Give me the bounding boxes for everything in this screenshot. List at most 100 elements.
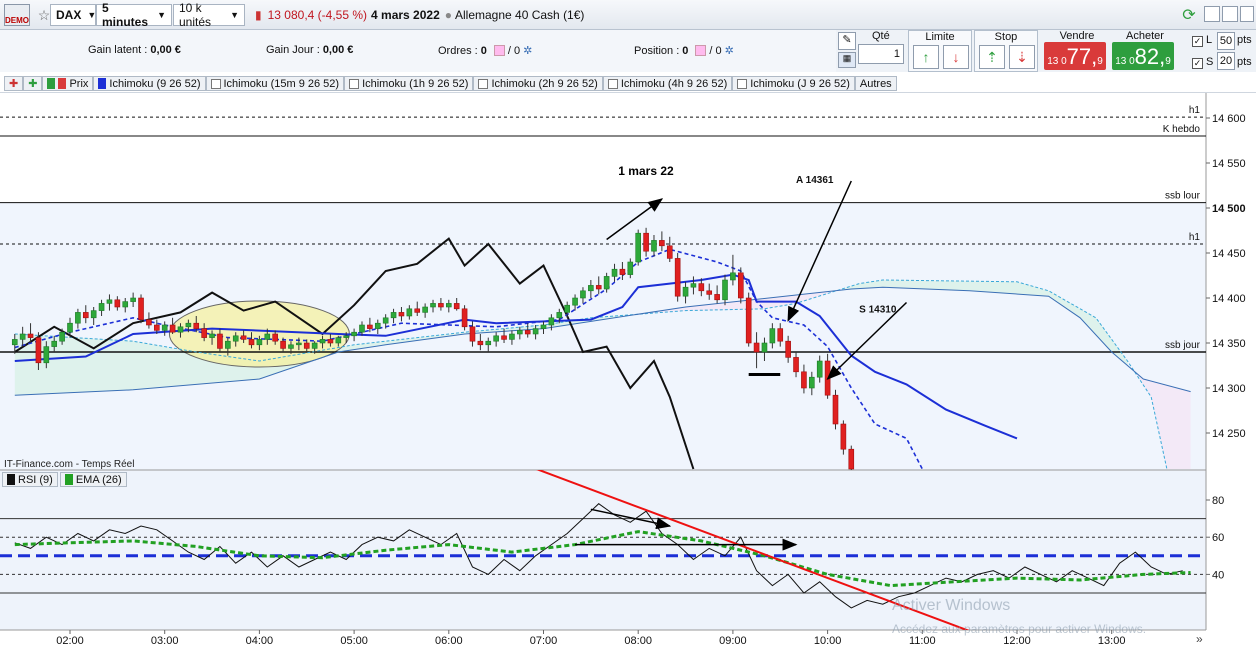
remove-indicator-button[interactable]: ✚ — [4, 76, 24, 91]
sell-price-prefix: 13 0 — [1047, 56, 1067, 67]
buy-limit-icon[interactable]: ↑ — [913, 45, 939, 69]
add-indicator-button[interactable]: ✚ — [23, 76, 43, 91]
annotation-label: A 14361 — [796, 175, 834, 186]
candle-body — [35, 337, 42, 364]
candle-body — [801, 371, 807, 389]
candle-body — [351, 331, 357, 337]
ordres-info[interactable]: Ordres : 0 / 0 ✲ — [438, 44, 532, 58]
refresh-icon[interactable]: ⟳ — [1178, 4, 1200, 26]
sell-stop-icon[interactable]: ⇣ — [1009, 45, 1035, 69]
candle-body — [11, 339, 18, 346]
position-info[interactable]: Position : 0 / 0 ✲ — [634, 44, 734, 58]
gain-jour-value: 0,00 € — [322, 44, 354, 56]
candle-body — [43, 346, 50, 364]
limite-group: Limite ↑ ↓ — [908, 30, 972, 72]
checkbox[interactable] — [737, 78, 748, 89]
tag-ichimoku-15m[interactable]: Ichimoku (15m 9 26 52) — [205, 76, 345, 91]
tag-ema[interactable]: EMA (26) — [59, 472, 127, 487]
tag-prix[interactable]: Prix — [42, 76, 94, 91]
vendre-label: Vendre — [1059, 30, 1095, 42]
sell-button[interactable]: 13 0 77, 9 — [1044, 42, 1106, 70]
units-select[interactable]: 10 k unités ▼ — [173, 1, 245, 29]
qty-input[interactable]: 1 — [858, 44, 904, 64]
candle-body — [288, 344, 294, 349]
candle-body — [722, 279, 728, 301]
tag-rsi[interactable]: RSI (9) — [2, 472, 58, 487]
candle-body — [548, 317, 555, 326]
rsi-y-tick-label: 80 — [1212, 495, 1224, 507]
gear-icon[interactable]: ✲ — [725, 44, 734, 57]
checkbox[interactable] — [349, 78, 360, 89]
close-button[interactable] — [1240, 6, 1254, 22]
wrench-icon[interactable]: ✎ — [838, 32, 856, 50]
tag-ichimoku-4h[interactable]: Ichimoku (4h 9 26 52) — [602, 76, 733, 91]
tag-ichimoku-j[interactable]: Ichimoku (J 9 26 52) — [732, 76, 855, 91]
tag-ichimoku-1h[interactable]: Ichimoku (1h 9 26 52) — [344, 76, 474, 91]
candle-body — [509, 333, 515, 340]
candle-body — [272, 333, 278, 342]
annotation-label: S 14310 — [859, 304, 897, 315]
checkbox[interactable] — [607, 78, 618, 89]
limit-points-input[interactable]: 50 — [1217, 32, 1235, 50]
candle-body — [595, 285, 602, 290]
prix-label: Prix — [69, 77, 89, 90]
candle-body — [122, 301, 129, 308]
chart-icon: ▮ — [255, 8, 262, 22]
ordres-label: Ordres : — [438, 44, 478, 57]
candle-body — [75, 312, 81, 324]
candle-body — [98, 303, 105, 311]
tag-autres[interactable]: Autres — [854, 76, 897, 91]
calculator-icon[interactable]: ▦ — [838, 52, 856, 68]
candle-body — [209, 333, 215, 338]
orders-icon — [493, 45, 505, 56]
candle-body — [232, 335, 239, 342]
candle-body — [698, 283, 705, 292]
tag-ichimoku-main[interactable]: Ichimoku (9 26 52) — [93, 76, 206, 91]
tag-ichimoku-2h[interactable]: Ichimoku (2h 9 26 52) — [473, 76, 603, 91]
candle-body — [154, 324, 160, 331]
candle-body — [185, 322, 192, 328]
candle-body — [169, 324, 176, 333]
candle-body — [177, 326, 184, 333]
rsi-legend: RSI (9) EMA (26) — [2, 472, 127, 487]
gain-latent: Gain latent : 0,00 € — [88, 44, 181, 56]
sell-limit-icon[interactable]: ↓ — [943, 45, 969, 69]
windows-watermark: Activer Windows — [892, 597, 1011, 614]
stop-checkbox[interactable]: ✓ — [1192, 58, 1203, 69]
y-tick-label: 14 600 — [1212, 113, 1246, 125]
instrument-select[interactable]: DAX ▼ — [50, 4, 96, 26]
indicator-label: Ichimoku (2h 9 26 52) — [491, 77, 598, 90]
candle-body — [319, 339, 326, 344]
buy-stop-icon[interactable]: ⇡ — [979, 45, 1005, 69]
checkbox[interactable] — [210, 78, 221, 89]
level-label: h1 — [1189, 105, 1201, 116]
gear-icon[interactable]: ✲ — [523, 44, 532, 57]
timeframe-select[interactable]: 5 minutes ▼ — [96, 1, 172, 29]
quote-date: 4 mars 2022 — [371, 8, 440, 22]
stop-pts-label: pts — [1237, 56, 1252, 68]
y-tick-label: 14 350 — [1212, 338, 1246, 350]
quote-info: ▮ 13 080,4 (-4,55 %) 4 mars 2022 ● Allem… — [250, 4, 590, 26]
scroll-right-button[interactable]: » — [1196, 632, 1203, 646]
maximize-button[interactable] — [1222, 6, 1238, 22]
x-tick-label: 10:00 — [814, 635, 842, 647]
market-name: Allemagne 40 Cash (1€) — [455, 8, 585, 22]
x-tick-label: 07:00 — [530, 635, 558, 647]
checkbox[interactable] — [478, 78, 489, 89]
stop-points-input[interactable]: 20 — [1217, 52, 1235, 70]
limit-checkbox[interactable]: ✓ — [1192, 36, 1203, 47]
candle-body — [564, 304, 570, 313]
candle-body — [737, 272, 744, 299]
candle-body — [745, 297, 752, 344]
chevron-down-icon: ▼ — [230, 10, 239, 20]
candle-body — [493, 335, 499, 342]
source-label: IT-Finance.com - Temps Réel — [4, 459, 134, 470]
candle-body — [761, 342, 768, 353]
price-chart[interactable]: h1 K hebdo ssb lour h1 ssb jour A 14361 S 143… — [0, 93, 1256, 650]
ema-color-icon — [64, 474, 73, 485]
minimize-button[interactable] — [1204, 6, 1220, 22]
candle-body — [524, 330, 531, 335]
candle-body — [816, 360, 823, 378]
buy-button[interactable]: 13 0 82, 9 — [1112, 42, 1174, 70]
candle-body — [19, 333, 26, 340]
